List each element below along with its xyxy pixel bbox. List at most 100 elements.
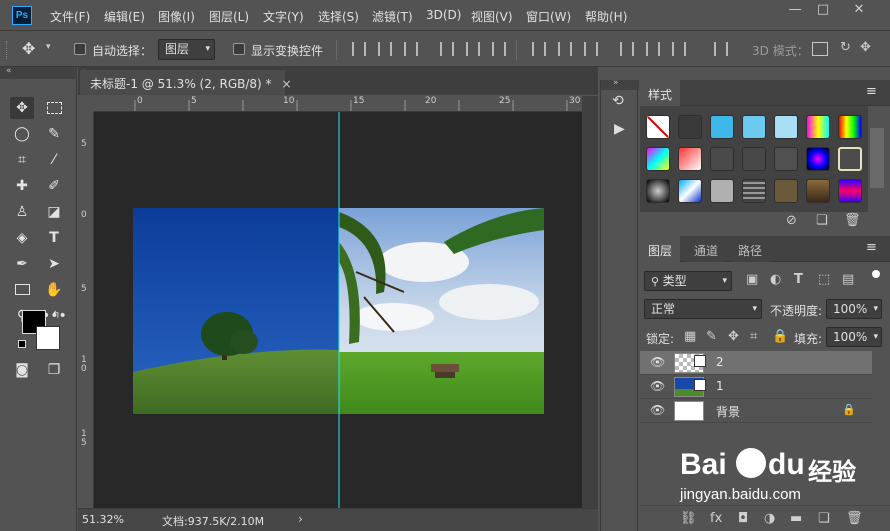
lock-artboard-icon[interactable]: ⌗ bbox=[750, 329, 757, 344]
style-swatch[interactable] bbox=[838, 147, 862, 171]
menu-layer[interactable]: 图层(L) bbox=[209, 8, 249, 25]
lock-all-icon[interactable]: 🔒 bbox=[772, 329, 788, 344]
adjustment-layer-icon[interactable]: ◑ bbox=[764, 511, 775, 526]
style-swatch[interactable] bbox=[806, 179, 830, 203]
type-tool-icon[interactable]: T bbox=[42, 227, 66, 249]
align-hcenter-icon[interactable] bbox=[466, 42, 480, 56]
panel-menu-icon[interactable]: ≡ bbox=[866, 240, 877, 255]
auto-align-icon[interactable] bbox=[714, 42, 728, 56]
menu-edit[interactable]: 编辑(E) bbox=[104, 8, 145, 25]
style-swatch[interactable] bbox=[678, 147, 702, 171]
new-group-icon[interactable]: ▬ bbox=[790, 511, 802, 526]
close-button[interactable]: ✕ bbox=[846, 2, 872, 20]
tab-channels[interactable]: 通道 bbox=[686, 236, 727, 262]
distribute-left-icon[interactable] bbox=[620, 42, 634, 56]
add-mask-icon[interactable]: ◘ bbox=[738, 511, 748, 526]
filter-pixel-icon[interactable]: ▣ bbox=[746, 272, 758, 287]
tab-styles[interactable]: 样式 bbox=[640, 80, 681, 106]
visibility-eye-icon[interactable]: 👁 bbox=[650, 355, 666, 369]
style-swatch[interactable] bbox=[742, 179, 766, 203]
delete-style-icon[interactable]: 🗑 bbox=[844, 213, 861, 228]
path-selection-tool-icon[interactable]: ➤ bbox=[42, 253, 66, 275]
style-swatch[interactable] bbox=[838, 115, 862, 139]
align-left-icon[interactable] bbox=[440, 42, 454, 56]
style-swatch[interactable] bbox=[678, 179, 702, 203]
menu-help[interactable]: 帮助(H) bbox=[585, 8, 627, 25]
align-vcenter-icon[interactable] bbox=[378, 42, 392, 56]
collapse-icon[interactable]: « bbox=[6, 66, 12, 76]
show-transform-checkbox[interactable] bbox=[233, 43, 245, 55]
maximize-button[interactable]: □ bbox=[810, 2, 836, 20]
clone-stamp-tool-icon[interactable]: ♙ bbox=[10, 201, 34, 223]
background-color-swatch[interactable] bbox=[36, 326, 60, 350]
brush-tool-icon[interactable]: ✐ bbox=[42, 175, 66, 197]
clear-style-icon[interactable]: ⊘ bbox=[786, 213, 797, 228]
hand-tool-icon[interactable]: ✋ bbox=[42, 279, 66, 301]
style-swatch[interactable] bbox=[742, 115, 766, 139]
document-tab[interactable]: 未标题-1 @ 51.3% (2, RGB/8) * × bbox=[80, 70, 292, 95]
document-canvas[interactable] bbox=[94, 112, 582, 508]
pen-tool-icon[interactable]: ✒ bbox=[10, 253, 34, 275]
zoom-level[interactable]: 51.32% bbox=[82, 513, 124, 526]
new-style-icon[interactable]: ❏ bbox=[816, 213, 828, 228]
auto-select-checkbox[interactable] bbox=[74, 43, 86, 55]
auto-select-dropdown[interactable]: 图层 ▾ bbox=[158, 39, 215, 60]
lock-transparent-icon[interactable]: ▦ bbox=[684, 329, 696, 344]
crop-tool-icon[interactable]: ⌗ bbox=[10, 149, 34, 171]
menu-view[interactable]: 视图(V) bbox=[471, 8, 513, 25]
layer-style-icon[interactable]: fx bbox=[710, 511, 722, 526]
style-swatch[interactable] bbox=[774, 179, 798, 203]
canvas-area[interactable] bbox=[94, 112, 582, 508]
layer-name[interactable]: 1 bbox=[716, 379, 724, 393]
distribute-bottom-icon[interactable] bbox=[584, 42, 598, 56]
style-swatch[interactable] bbox=[838, 179, 862, 203]
quick-mask-icon[interactable]: ◙ bbox=[10, 359, 34, 381]
blend-mode-dropdown[interactable]: 正常 ▾ bbox=[644, 299, 762, 319]
move-tool-icon[interactable]: ✥ bbox=[22, 39, 35, 58]
3d-pan-icon[interactable]: ✥ bbox=[860, 40, 871, 55]
style-swatch[interactable] bbox=[710, 115, 734, 139]
style-swatch[interactable] bbox=[742, 147, 766, 171]
menu-type[interactable]: 文字(Y) bbox=[263, 8, 304, 25]
style-swatch[interactable] bbox=[806, 115, 830, 139]
menu-image[interactable]: 图像(I) bbox=[158, 8, 195, 25]
style-swatch[interactable] bbox=[710, 179, 734, 203]
opacity-input[interactable]: 100% ▾ bbox=[826, 299, 882, 319]
align-right-icon[interactable] bbox=[492, 42, 506, 56]
filter-adjustment-icon[interactable]: ◐ bbox=[770, 272, 781, 287]
3d-roll-icon[interactable]: ↻ bbox=[840, 40, 851, 55]
style-swatch[interactable] bbox=[774, 115, 798, 139]
filter-smart-object-icon[interactable]: ▤ bbox=[842, 272, 854, 287]
screen-mode-icon[interactable]: ❐ bbox=[42, 359, 66, 381]
delete-layer-icon[interactable]: 🗑 bbox=[846, 511, 863, 526]
tab-paths[interactable]: 路径 bbox=[730, 236, 771, 262]
distribute-right-icon[interactable] bbox=[672, 42, 686, 56]
grip-handle[interactable] bbox=[6, 41, 10, 59]
style-swatch[interactable] bbox=[710, 147, 734, 171]
eraser-tool-icon[interactable]: ◪ bbox=[42, 201, 66, 223]
history-icon[interactable]: ⟲ bbox=[612, 93, 624, 109]
eyedropper-tool-icon[interactable]: ⁄ bbox=[42, 149, 66, 171]
lock-position-icon[interactable]: ✥ bbox=[728, 329, 739, 344]
vertical-scrollbar[interactable] bbox=[582, 96, 598, 508]
distribute-vcenter-icon[interactable] bbox=[558, 42, 572, 56]
actions-play-icon[interactable]: ▶ bbox=[614, 121, 625, 137]
fill-input[interactable]: 100% ▾ bbox=[826, 327, 882, 347]
paint-bucket-tool-icon[interactable]: ◈ bbox=[10, 227, 34, 249]
chevron-down-icon[interactable]: ▾ bbox=[46, 42, 51, 52]
menu-filter[interactable]: 滤镜(T) bbox=[372, 8, 413, 25]
menu-select[interactable]: 选择(S) bbox=[318, 8, 359, 25]
distribute-hcenter-icon[interactable] bbox=[646, 42, 660, 56]
layer-name[interactable]: 2 bbox=[716, 355, 724, 369]
style-swatch[interactable] bbox=[646, 179, 670, 203]
menu-window[interactable]: 窗口(W) bbox=[526, 8, 571, 25]
align-top-icon[interactable] bbox=[352, 42, 366, 56]
new-layer-icon[interactable]: ❏ bbox=[818, 511, 830, 526]
style-swatch[interactable] bbox=[646, 147, 670, 171]
healing-brush-tool-icon[interactable]: ✚ bbox=[10, 175, 34, 197]
minimize-button[interactable]: — bbox=[782, 2, 808, 20]
style-swatch[interactable] bbox=[806, 147, 830, 171]
rectangle-tool-icon[interactable] bbox=[10, 279, 34, 301]
layer-filter-dropdown[interactable]: ⚲ 类型 ▾ bbox=[644, 271, 732, 291]
3d-rotate-icon[interactable] bbox=[812, 42, 828, 56]
